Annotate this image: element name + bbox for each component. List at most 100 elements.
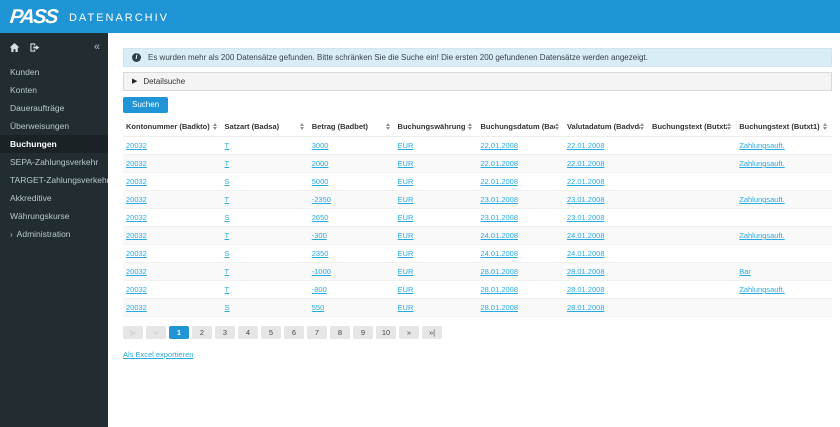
cell-link[interactable]: 28.01.2008 [567, 267, 605, 276]
cell-link[interactable]: 28.01.2008 [567, 303, 605, 312]
cell-link[interactable]: 2650 [312, 213, 329, 222]
cell-link[interactable]: T [225, 195, 230, 204]
paginator-page-9[interactable]: 9 [353, 326, 373, 339]
cell-link[interactable]: -1000 [312, 267, 331, 276]
cell-link[interactable]: 24.01.2008 [567, 249, 605, 258]
paginator-first-button[interactable]: |« [123, 326, 143, 339]
cell-link[interactable]: 23.01.2008 [480, 195, 518, 204]
sidebar-item-sepa-zahlungsverkehr[interactable]: SEPA-Zahlungsverkehr [0, 153, 108, 171]
sidebar-item-dauerauftr-ge[interactable]: Daueraufträge [0, 99, 108, 117]
cell-link[interactable]: 20032 [126, 231, 147, 240]
cell-link[interactable]: EUR [398, 285, 414, 294]
cell-link[interactable]: 22.01.2008 [480, 141, 518, 150]
paginator-page-1[interactable]: 1 [169, 326, 189, 339]
cell-link[interactable]: 20032 [126, 303, 147, 312]
cell-link[interactable]: 5000 [312, 177, 329, 186]
sort-icon[interactable] [212, 123, 219, 130]
sidebar-collapse-icon[interactable]: « [94, 41, 100, 53]
cell-link[interactable]: T [225, 159, 230, 168]
column-header[interactable]: Betrag (Badbet) [308, 117, 395, 137]
cell-link[interactable]: 23.01.2008 [567, 195, 605, 204]
cell-link[interactable]: 24.01.2008 [480, 249, 518, 258]
cell-link[interactable]: Zahlungsauft. [739, 285, 784, 294]
cell-link[interactable]: EUR [398, 303, 414, 312]
export-excel-link[interactable]: Als Excel exportieren [123, 350, 193, 359]
detail-search-panel-header[interactable]: ▶ Detailsuche [123, 72, 832, 91]
sort-icon[interactable] [823, 123, 829, 130]
cell-link[interactable]: S [225, 303, 230, 312]
column-header[interactable]: Kontonummer (Badkto) [123, 117, 222, 137]
sidebar-item-target-zahlungsverkehr[interactable]: TARGET-Zahlungsverkehr [0, 171, 108, 189]
cell-link[interactable]: 23.01.2008 [567, 213, 605, 222]
paginator-page-6[interactable]: 6 [284, 326, 304, 339]
cell-link[interactable]: -300 [312, 231, 327, 240]
sidebar-item--berweisungen[interactable]: Überweisungen [0, 117, 108, 135]
cell-link[interactable]: 22.01.2008 [567, 141, 605, 150]
search-button[interactable]: Suchen [123, 97, 169, 113]
paginator-last-button[interactable]: »| [422, 326, 442, 339]
sidebar-item-kunden[interactable]: Kunden [0, 63, 108, 81]
cell-link[interactable]: EUR [398, 141, 414, 150]
cell-link[interactable]: 24.01.2008 [480, 231, 518, 240]
paginator-page-10[interactable]: 10 [376, 326, 396, 339]
sidebar-item-akkreditive[interactable]: Akkreditive [0, 189, 108, 207]
sort-icon[interactable] [727, 123, 733, 130]
cell-link[interactable]: T [225, 231, 230, 240]
cell-link[interactable]: Zahlungsauft. [739, 159, 784, 168]
sort-icon[interactable] [468, 123, 474, 130]
sort-icon[interactable] [385, 123, 392, 130]
cell-link[interactable]: 22.01.2008 [480, 159, 518, 168]
paginator-prev-button[interactable]: « [146, 326, 166, 339]
cell-link[interactable]: S [225, 177, 230, 186]
cell-link[interactable]: 550 [312, 303, 325, 312]
cell-link[interactable]: Bar [739, 267, 751, 276]
cell-link[interactable]: -800 [312, 285, 327, 294]
cell-link[interactable]: T [225, 285, 230, 294]
paginator-next-button[interactable]: » [399, 326, 419, 339]
cell-link[interactable]: 23.01.2008 [480, 213, 518, 222]
cell-link[interactable]: 22.01.2008 [567, 159, 605, 168]
column-header[interactable]: Buchungstext (Butxt1) [736, 117, 832, 137]
paginator-page-8[interactable]: 8 [330, 326, 350, 339]
cell-link[interactable]: 24.01.2008 [567, 231, 605, 240]
cell-link[interactable]: Zahlungsauft. [739, 141, 784, 150]
cell-link[interactable]: 20032 [126, 141, 147, 150]
cell-link[interactable]: EUR [398, 213, 414, 222]
cell-link[interactable]: 20032 [126, 195, 147, 204]
paginator-page-3[interactable]: 3 [215, 326, 235, 339]
sort-icon[interactable] [554, 123, 561, 130]
cell-link[interactable]: -2350 [312, 195, 331, 204]
cell-link[interactable]: EUR [398, 249, 414, 258]
cell-link[interactable]: T [225, 267, 230, 276]
panel-toggle-icon[interactable]: ▶ [132, 78, 137, 85]
column-header[interactable]: Valutadatum (Badvda8) [563, 117, 650, 137]
cell-link[interactable]: 20032 [126, 267, 147, 276]
cell-link[interactable]: 2000 [312, 159, 329, 168]
sidebar-item-konten[interactable]: Konten [0, 81, 108, 99]
paginator-page-2[interactable]: 2 [192, 326, 212, 339]
home-icon[interactable] [9, 42, 20, 53]
cell-link[interactable]: Zahlungsauft. [739, 231, 784, 240]
logout-icon[interactable] [29, 42, 40, 53]
cell-link[interactable]: 20032 [126, 213, 147, 222]
column-header[interactable]: Buchungsdatum (Badbda8) [477, 117, 564, 137]
cell-link[interactable]: S [225, 249, 230, 258]
cell-link[interactable]: S [225, 213, 230, 222]
sort-icon[interactable] [299, 123, 306, 130]
cell-link[interactable]: EUR [398, 177, 414, 186]
cell-link[interactable]: 22.01.2008 [567, 177, 605, 186]
cell-link[interactable]: Zahlungsauft. [739, 195, 784, 204]
sidebar-item-buchungen[interactable]: Buchungen [0, 135, 108, 153]
cell-link[interactable]: T [225, 141, 230, 150]
cell-link[interactable]: EUR [398, 195, 414, 204]
cell-link[interactable]: 28.01.2008 [480, 303, 518, 312]
cell-link[interactable]: 2350 [312, 249, 329, 258]
cell-link[interactable]: 20032 [126, 249, 147, 258]
sidebar-item-w-hrungskurse[interactable]: Währungskurse [0, 207, 108, 225]
cell-link[interactable]: EUR [398, 231, 414, 240]
cell-link[interactable]: 22.01.2008 [480, 177, 518, 186]
cell-link[interactable]: EUR [398, 159, 414, 168]
cell-link[interactable]: 20032 [126, 285, 147, 294]
column-header[interactable]: Satzart (Badsa) [221, 117, 309, 137]
paginator-page-4[interactable]: 4 [238, 326, 258, 339]
